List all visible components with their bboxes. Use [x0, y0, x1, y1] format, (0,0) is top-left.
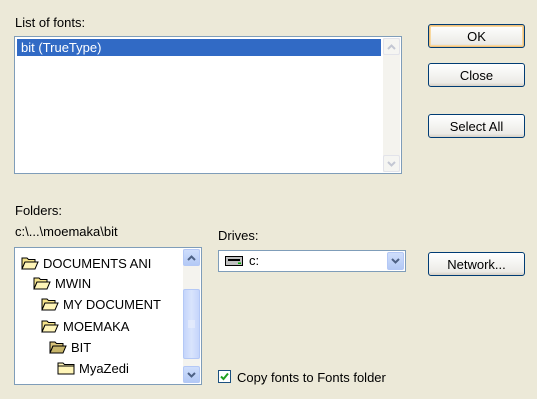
- drives-dropdown-button[interactable]: [387, 252, 404, 270]
- scroll-down-button[interactable]: [183, 366, 200, 383]
- grip-icon: [188, 320, 195, 328]
- scroll-up-button[interactable]: [183, 249, 200, 266]
- chevron-up-icon: [387, 43, 396, 50]
- scroll-up-button[interactable]: [383, 38, 400, 55]
- checkmark-icon: [220, 372, 229, 381]
- current-path: c:\...\moemaka\bit: [15, 224, 118, 239]
- select-all-button[interactable]: Select All: [428, 114, 525, 138]
- folder-open-icon: [49, 341, 67, 354]
- tree-item-my-documents[interactable]: MY DOCUMENT: [41, 294, 161, 314]
- tree-item-label: MOEMAKA: [63, 318, 130, 334]
- tree-item-bit[interactable]: BIT: [49, 337, 91, 357]
- tree-item-label: MWIN: [55, 275, 92, 291]
- close-button[interactable]: Close: [428, 63, 525, 87]
- drive-icon: [225, 255, 243, 266]
- chevron-down-icon: [387, 160, 396, 167]
- folder-open-icon: [41, 320, 59, 333]
- drives-select[interactable]: c:: [218, 250, 406, 272]
- folder-open-icon: [33, 277, 51, 290]
- folder-open-icon: [41, 298, 59, 311]
- copy-fonts-label: Copy fonts to Fonts folder: [237, 370, 386, 385]
- drives-label: Drives:: [218, 228, 259, 243]
- fonts-listbox[interactable]: bit (TrueType): [14, 36, 402, 174]
- folder-tree[interactable]: DOCUMENTS ANI MWIN MY DOCUMENT MOEMAKA B…: [14, 247, 202, 385]
- folders-label: Folders:: [15, 203, 62, 218]
- chevron-down-icon: [187, 371, 196, 378]
- scroll-down-button[interactable]: [383, 155, 400, 172]
- tree-item-label: MyaZedi: [79, 360, 129, 376]
- chevron-up-icon: [187, 254, 196, 261]
- tree-item-documents[interactable]: DOCUMENTS ANI: [21, 253, 151, 273]
- drives-value: c:: [225, 253, 259, 268]
- drives-selected-label: c:: [249, 253, 260, 268]
- folder-tree-scrollbar[interactable]: [183, 249, 200, 383]
- ok-button[interactable]: OK: [428, 24, 525, 48]
- scroll-thumb[interactable]: [183, 289, 200, 359]
- fonts-list-scrollbar[interactable]: [383, 38, 400, 172]
- tree-item-label: BIT: [71, 339, 92, 355]
- list-item[interactable]: bit (TrueType): [17, 39, 381, 56]
- tree-item-mwin[interactable]: MWIN: [33, 273, 91, 293]
- network-button[interactable]: Network...: [428, 252, 525, 276]
- tree-item-label: DOCUMENTS ANI: [43, 255, 152, 271]
- fonts-list-label: List of fonts:: [15, 15, 86, 30]
- chevron-down-icon: [391, 258, 400, 264]
- tree-item-moemaka[interactable]: MOEMAKA: [41, 316, 129, 336]
- folder-open-icon: [21, 257, 39, 270]
- tree-item-label: MY DOCUMENT: [63, 296, 161, 312]
- copy-fonts-checkbox[interactable]: [218, 370, 231, 383]
- tree-item-myazedi[interactable]: MyaZedi: [57, 358, 129, 378]
- folder-icon: [57, 362, 75, 375]
